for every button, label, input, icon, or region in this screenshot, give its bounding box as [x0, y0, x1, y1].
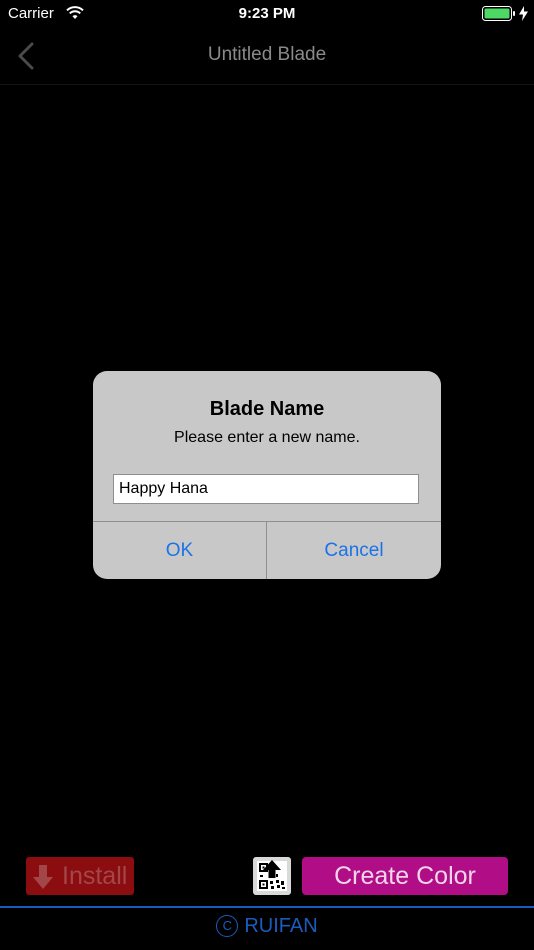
charging-bolt-icon — [519, 6, 528, 21]
download-arrow-icon — [33, 865, 53, 889]
qr-upload-button[interactable] — [253, 857, 291, 895]
ok-button[interactable]: OK — [93, 522, 266, 579]
copyright-icon: C — [216, 915, 239, 937]
qr-upload-icon — [257, 860, 287, 891]
clock: 9:23 PM — [238, 5, 296, 22]
install-button[interactable]: Install — [26, 857, 134, 895]
dialog-title: Blade Name — [209, 398, 325, 420]
status-bar: Carrier 9:23 PM — [0, 0, 534, 28]
footer: C RUIFAN — [0, 908, 534, 950]
install-label: Install — [62, 862, 128, 890]
cancel-button[interactable]: Cancel — [267, 522, 441, 579]
create-color-button[interactable]: Create Color — [302, 857, 508, 895]
battery-icon — [482, 6, 515, 21]
blade-name-input[interactable] — [113, 474, 419, 504]
page-title: Untitled Blade — [207, 44, 327, 65]
blade-name-dialog: Blade Name Please enter a new name. OK C… — [93, 371, 441, 579]
navigation-bar: Untitled Blade — [0, 28, 534, 85]
brand-label: RUIFAN — [244, 915, 318, 937]
dialog-message: Please enter a new name. — [174, 429, 360, 446]
